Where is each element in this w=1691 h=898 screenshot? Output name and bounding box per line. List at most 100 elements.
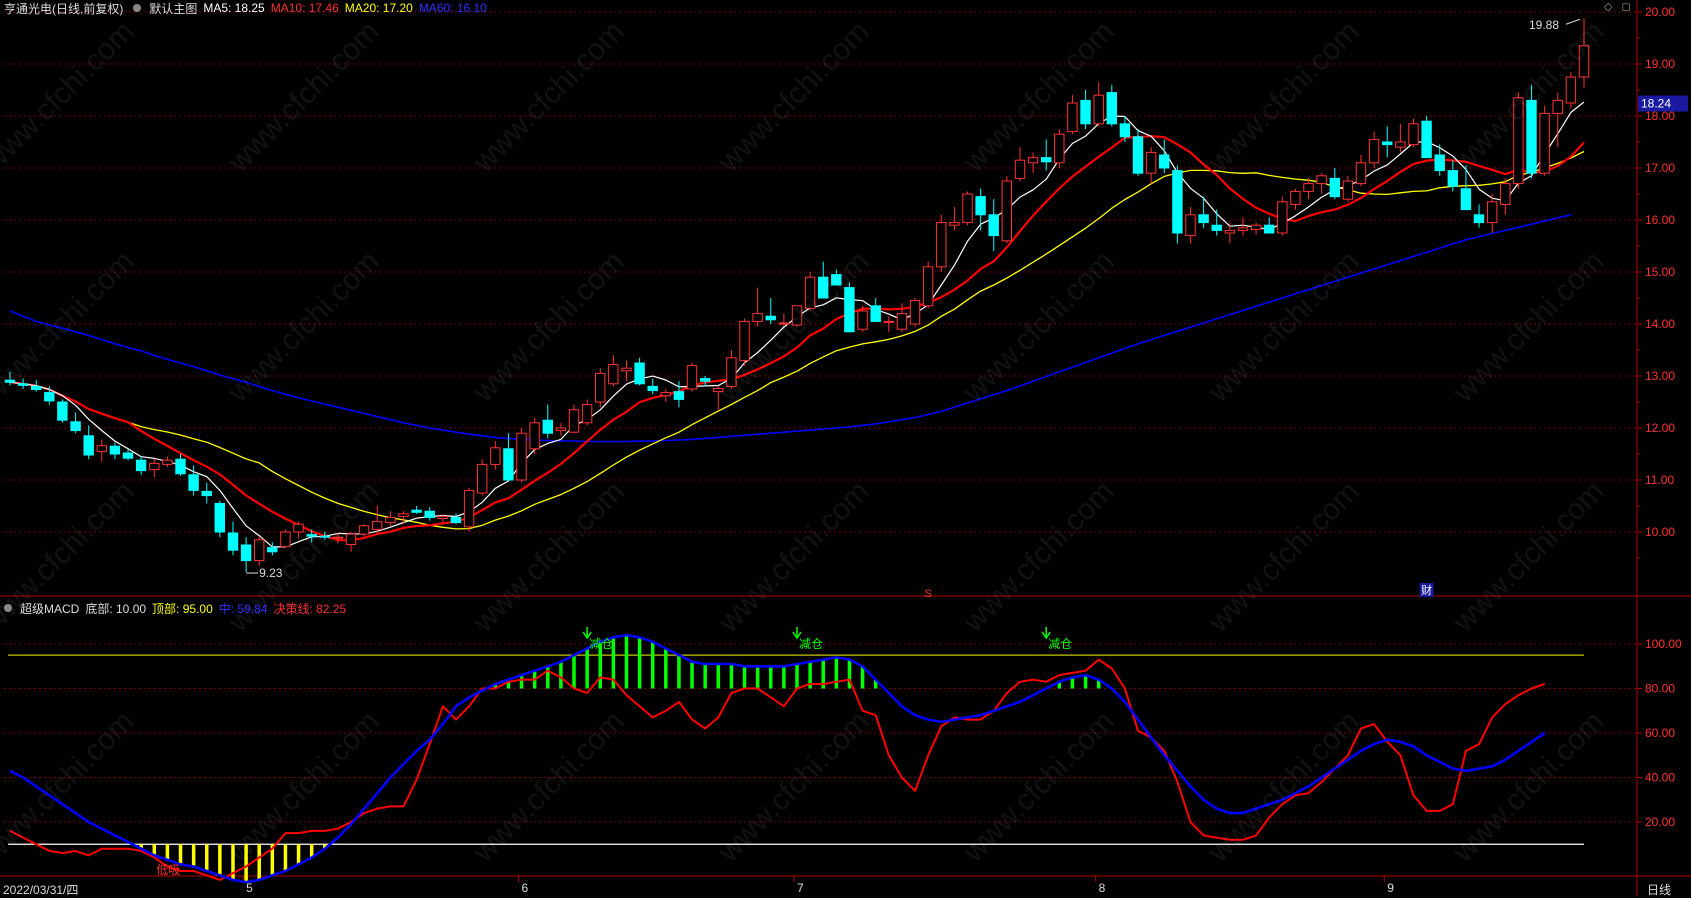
template-label[interactable]: 默认主图 (149, 0, 197, 17)
candle-body (1250, 224, 1262, 230)
sub-y-tick-label: 100.00 (1645, 637, 1682, 651)
candle-body (870, 305, 881, 322)
candle-body (752, 313, 763, 322)
candle-body (686, 365, 698, 390)
sub-y-tick-label: 80.00 (1645, 682, 1675, 696)
candle-body (1382, 141, 1393, 146)
candle-body (765, 315, 776, 321)
candle-body (57, 401, 68, 421)
candle-body (1027, 157, 1039, 164)
footer-date: 2022/03/31/四 (3, 883, 79, 897)
stock-title[interactable]: 亨通光电(日线,前复权) (0, 0, 123, 17)
candle-body (1487, 201, 1498, 224)
candle-body (162, 459, 173, 465)
s-marker: S (924, 588, 931, 600)
candle-body (240, 544, 252, 562)
candle-body (1421, 120, 1432, 159)
candle (1001, 175, 1012, 244)
template-menu-icon[interactable] (133, 4, 142, 12)
ma10-label: MA10: 17.46 (270, 1, 339, 15)
candle (280, 529, 291, 548)
candle-body (1172, 170, 1183, 234)
candle-body (1119, 123, 1131, 138)
candle (1054, 129, 1065, 168)
footer-period-tab[interactable]: 日线 (1647, 881, 1671, 898)
time-tick-label: 7 (797, 881, 804, 895)
candle (1277, 196, 1288, 236)
candle-body (227, 532, 239, 551)
candle-body (1434, 154, 1445, 172)
candle-body (949, 222, 960, 226)
candle-body (1329, 177, 1340, 198)
diamond-icon[interactable]: ◇ (1604, 1, 1612, 13)
candle-body (1500, 183, 1511, 205)
candle-body (1054, 133, 1065, 164)
candle-body (1303, 183, 1314, 192)
candle-body (1264, 224, 1275, 234)
candle-body (254, 539, 265, 562)
candle-body (1408, 123, 1419, 146)
candle-body (1460, 188, 1472, 211)
candle-body (988, 214, 999, 237)
candle-body (1001, 180, 1012, 242)
indicator-menu-icon[interactable] (4, 604, 12, 612)
candle-body (595, 372, 606, 403)
main-y-tick-label: 12.00 (1645, 421, 1675, 435)
main-y-tick-label: 15.00 (1645, 265, 1675, 279)
candle-body (1041, 157, 1052, 163)
time-tick-label: 9 (1387, 881, 1394, 895)
candle (214, 500, 226, 538)
main-y-tick-label: 11.00 (1645, 473, 1674, 487)
candle-body (1080, 99, 1091, 125)
candle-body (477, 463, 488, 494)
candle-body (621, 367, 632, 372)
candle-body (529, 422, 540, 450)
indicator-header: 超级MACD 底部: 10.00 顶部: 95.00 中: 59.84 决策线:… (0, 600, 346, 616)
candle (529, 417, 540, 454)
main-y-tick-label: 10.00 (1645, 525, 1675, 539)
bottom-param: 底部: 10.00 (85, 601, 147, 616)
candle-body (1198, 214, 1209, 224)
candle-body (1342, 180, 1354, 200)
corner-icons: ◇ ◻ (1604, 0, 1631, 13)
bottom-signal-label: 低吸 (156, 863, 180, 877)
main-y-tick-label: 16.00 (1645, 213, 1675, 227)
candle (686, 363, 698, 392)
indicator-name[interactable]: 超级MACD (20, 600, 79, 617)
candle-body (358, 525, 370, 535)
candle-body (293, 523, 304, 533)
candle-body (1355, 162, 1367, 185)
candle-body (267, 547, 278, 553)
candle-body (608, 364, 619, 385)
candle (477, 459, 488, 496)
candle (1421, 116, 1432, 159)
candle-body (936, 222, 947, 268)
candle-body (1093, 94, 1104, 125)
candle-body (175, 458, 186, 475)
candle-body (463, 489, 475, 528)
candle-body (660, 392, 671, 397)
candle-body (542, 419, 553, 434)
candle (595, 368, 606, 408)
ma60-label: MA60: 16.10 (418, 1, 487, 15)
candle-body (896, 313, 908, 330)
sub-y-tick-label: 20.00 (1645, 815, 1675, 829)
candle-body (149, 462, 160, 471)
candle-body (555, 427, 567, 432)
candle-body (188, 474, 199, 491)
candle (936, 214, 947, 272)
candle-body (1395, 141, 1406, 148)
candle-body (922, 266, 934, 307)
candle-body (372, 521, 383, 530)
candle-body (1290, 190, 1301, 205)
candle-body (424, 510, 435, 518)
candle-body (1237, 227, 1249, 231)
main-y-tick-label: 13.00 (1645, 369, 1675, 383)
top-param: 顶部: 95.00 (152, 601, 213, 616)
candle-body (437, 515, 449, 520)
maximize-icon[interactable]: ◻ (1622, 1, 1631, 13)
signal-label: 减仓 (589, 637, 613, 651)
candle-body (70, 421, 81, 432)
middle-param: 中: 59.84 (218, 601, 268, 616)
candle-body (1539, 112, 1550, 174)
